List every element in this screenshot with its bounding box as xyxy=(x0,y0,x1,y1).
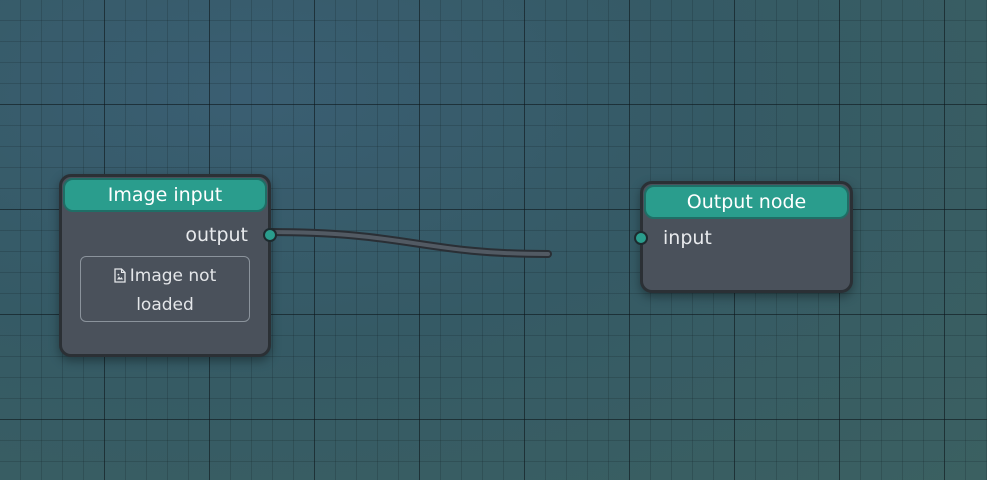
input-port-handle[interactable] xyxy=(634,231,648,245)
file-image-icon xyxy=(114,265,126,292)
input-port-label: input xyxy=(663,227,712,249)
image-preview-text-1: Image not xyxy=(129,266,217,286)
output-port-handle[interactable] xyxy=(263,228,277,242)
image-preview-placeholder: Image not loaded xyxy=(80,256,250,322)
output-port-label: output xyxy=(185,224,248,246)
output-node-title[interactable]: Output node xyxy=(644,185,849,219)
image-input-node[interactable]: Image input output Image not loaded xyxy=(59,174,277,357)
input-port-row: input xyxy=(634,223,850,253)
output-port-row: output xyxy=(62,220,277,250)
image-preview-text-2: loaded xyxy=(136,295,194,315)
image-input-node-title[interactable]: Image input xyxy=(63,178,267,212)
output-node[interactable]: Output node input xyxy=(634,181,853,293)
image-preview-line-1: Image not xyxy=(81,263,249,292)
